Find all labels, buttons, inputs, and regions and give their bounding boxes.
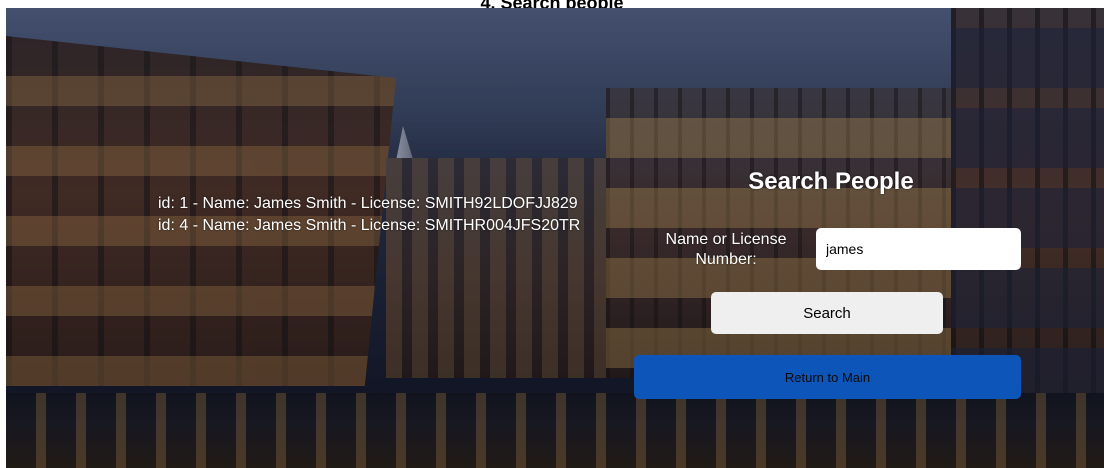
return-to-main-button[interactable]: Return to Main — [634, 355, 1021, 399]
search-button[interactable]: Search — [711, 292, 943, 334]
search-people-title: Search People — [748, 168, 914, 195]
name-or-license-label: Name or License Number: — [665, 231, 787, 268]
search-input[interactable] — [816, 228, 1021, 270]
result-row: id: 4 - Name: James Smith - License: SMI… — [158, 217, 581, 234]
background-stage: id: 1 - Name: James Smith - License: SMI… — [6, 8, 1104, 468]
result-row: id: 1 - Name: James Smith - License: SMI… — [158, 195, 578, 212]
search-results: id: 1 - Name: James Smith - License: SMI… — [158, 193, 580, 237]
